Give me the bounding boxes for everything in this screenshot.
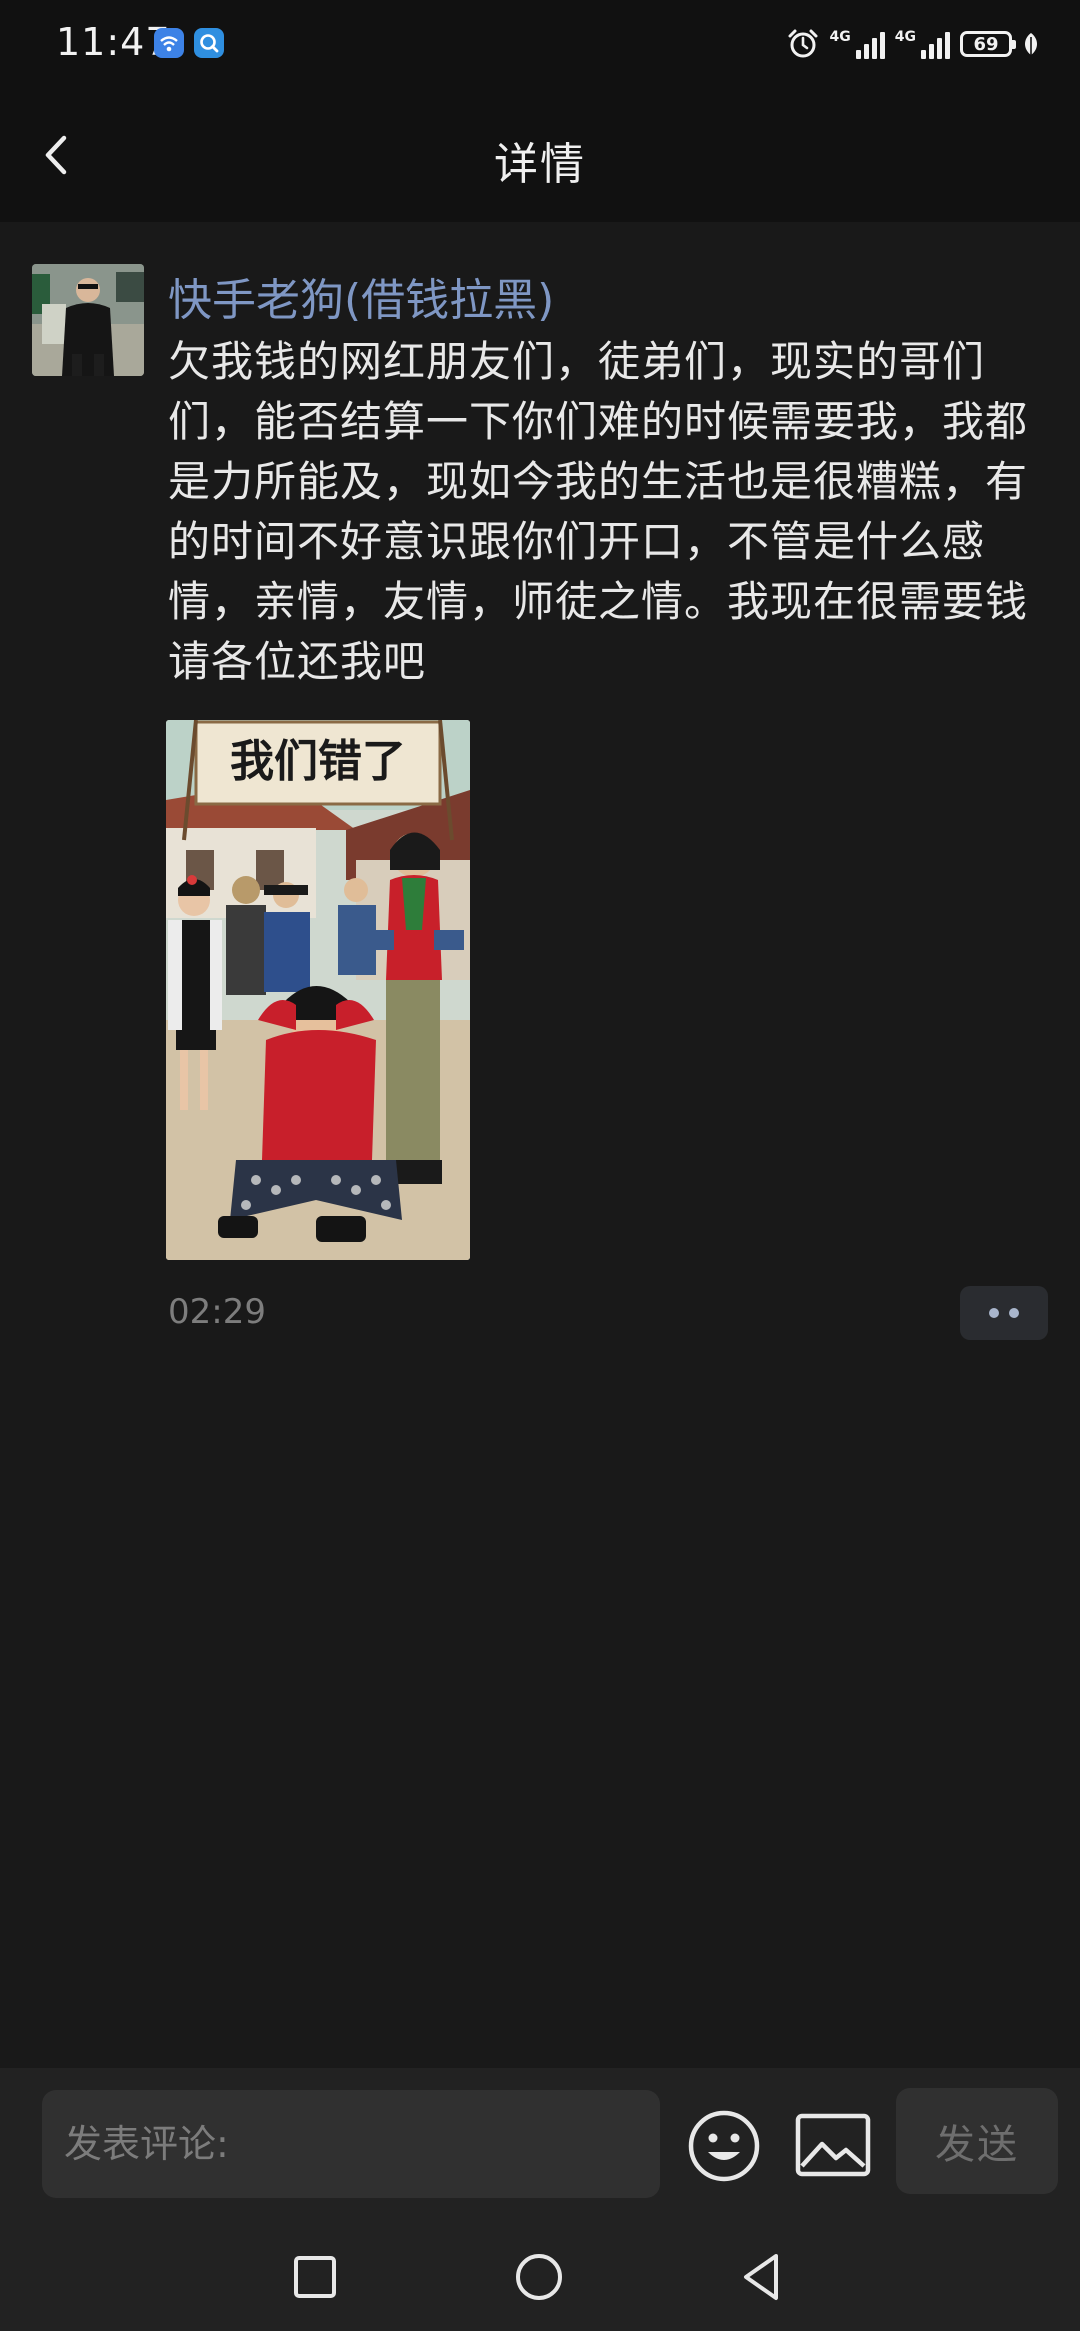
home-button[interactable] [506,2244,572,2310]
search-app-icon [194,28,224,58]
leaf-icon [1025,33,1037,55]
sim2-label: 4G [894,29,916,45]
alarm-icon [788,29,818,58]
recents-button[interactable] [282,2244,348,2310]
send-button[interactable]: 发送 [896,2088,1058,2194]
emoji-button[interactable] [686,2108,762,2184]
comment-input[interactable] [42,2090,660,2198]
status-bar: 11:47 4G 4G 69 [0,0,1080,90]
more-dot-icon [989,1308,999,1318]
square-icon [294,2256,336,2298]
wifi-app-icon [154,28,184,58]
post-image[interactable]: 我们错了 [166,720,470,1260]
battery-indicator: 69 [960,31,1016,57]
comment-bar: 发送 [0,2068,1080,2222]
signal-sim1-icon: 4G [830,29,885,59]
system-navigation-bar [0,2222,1080,2331]
avatar[interactable] [32,264,144,376]
page-title: 详情 [494,139,586,190]
top-app-bar: 详情 [0,90,1080,222]
post-text: 欠我钱的网红朋友们，徒弟们，现实的哥们们，能否结算一下你们难的时候需要我，我都是… [168,337,1029,686]
image-button[interactable] [794,2110,872,2182]
image-banner-text: 我们错了 [230,736,406,787]
nav-back-button[interactable] [730,2244,796,2310]
sim1-label: 4G [829,29,851,45]
image-icon [795,2113,871,2177]
post-time: 02:29 [168,1292,266,1332]
signal-sim2-icon: 4G [895,29,950,59]
smiley-icon [688,2110,760,2182]
author-name[interactable]: 快手老狗(借钱拉黑) [168,264,554,328]
circle-icon [516,2254,562,2300]
more-options-button[interactable] [960,1286,1048,1340]
more-dot-icon [1009,1308,1019,1318]
triangle-back-icon [744,2254,778,2300]
status-indicators: 4G 4G 69 [786,24,1040,64]
